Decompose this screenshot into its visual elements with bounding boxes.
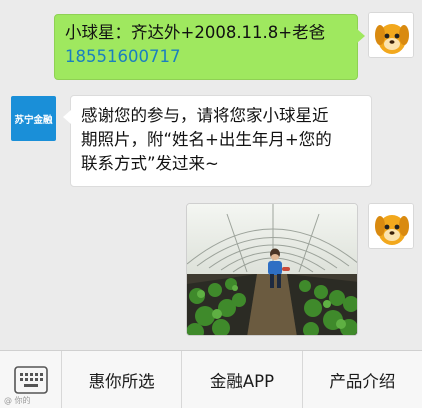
incoming-message-line: 感谢您的参与，请将您家小球星近 (81, 106, 329, 125)
menu-item-finance-app[interactable]: 金融APP (182, 351, 303, 408)
incoming-message-line: 联系方式”发过来~ (81, 154, 219, 173)
photo-message[interactable] (186, 203, 358, 336)
greenhouse-photo (187, 204, 357, 335)
user-avatar[interactable] (368, 203, 414, 249)
bottom-menu-bar: 惠你所选 金融APP 产品介绍 (0, 350, 422, 408)
phone-number-link[interactable]: 18551600717 (65, 45, 347, 69)
outgoing-message-bubble[interactable]: 小球星：齐达外+2008.11.8+老爸 18551600717 (54, 14, 365, 80)
keyboard-icon (13, 366, 48, 394)
dog-avatar-icon (369, 13, 413, 57)
suning-finance-logo[interactable]: 苏宁金融 (11, 96, 56, 141)
incoming-message-bubble[interactable]: 感谢您的参与，请将您家小球星近 期照片，附“姓名+出生年月+您的 联系方式”发过… (63, 95, 372, 187)
user-avatar[interactable] (368, 12, 414, 58)
watermark: @ 你的 (4, 396, 31, 405)
menu-item-hui-ni-suo-xuan[interactable]: 惠你所选 (62, 351, 183, 408)
chat-area: 小球星：齐达外+2008.11.8+老爸 18551600717 苏宁金融 感谢… (0, 0, 422, 350)
dog-avatar-icon (369, 204, 413, 248)
incoming-message-line: 期照片，附“姓名+出生年月+您的 (81, 130, 332, 149)
outgoing-message-text: 小球星：齐达外+2008.11.8+老爸 (65, 23, 326, 42)
menu-item-product-intro[interactable]: 产品介绍 (303, 351, 422, 408)
